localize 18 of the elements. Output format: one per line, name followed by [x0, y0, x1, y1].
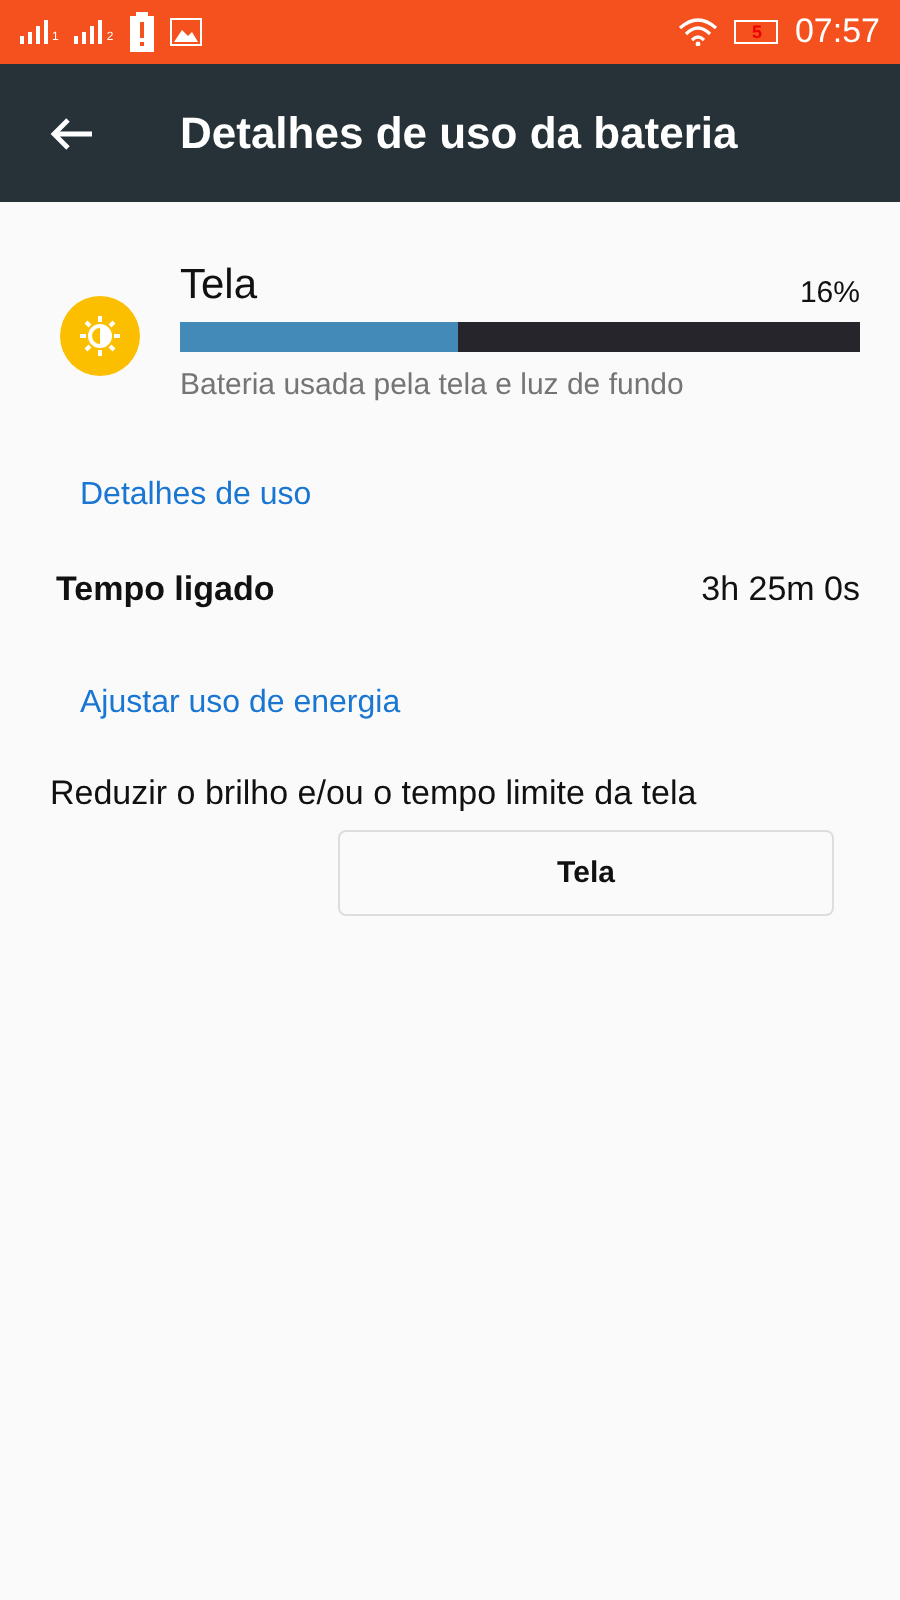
- signal-icon: [20, 20, 52, 44]
- section-header: Ajustar uso de energia: [80, 686, 403, 722]
- usage-percent: 16%: [799, 276, 860, 310]
- action-description: Reduzir o brilho e/ou o tempo limite da tela: [50, 774, 699, 814]
- signal-icon: [74, 20, 107, 44]
- stat-label: Tempo ligado: [56, 570, 275, 610]
- section-header: Detalhes de uso: [80, 478, 314, 514]
- battery-alert-icon: [129, 12, 154, 52]
- wifi-icon: [678, 18, 719, 46]
- usage-name: Tela: [180, 262, 258, 310]
- screen-title: Detalhes de uso da bateria: [180, 107, 738, 159]
- usage-description: Bateria usada pela tela e luz de fundo: [180, 368, 686, 402]
- brightness-icon: [60, 296, 140, 376]
- status-time: 07:57: [794, 12, 880, 52]
- action-button[interactable]: Tela: [338, 830, 834, 916]
- image-icon: [169, 18, 202, 46]
- battery-indicator: 5: [734, 20, 779, 44]
- stat-value: 3h 25m 0s: [701, 570, 860, 610]
